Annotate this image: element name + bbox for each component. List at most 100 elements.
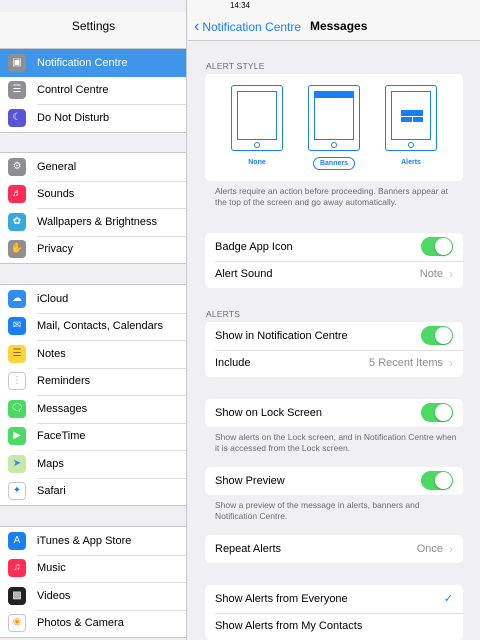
settings-group-1: ▣ Notification Centre ☰ Control Centre ☾… bbox=[0, 48, 186, 133]
row-label: Show in Notification Centre bbox=[215, 329, 348, 342]
detail-nav-bar: ‹ Notification Centre Messages bbox=[188, 12, 480, 41]
preview-note: Show a preview of the message in alerts,… bbox=[215, 500, 420, 521]
reminders-icon: ⋮ bbox=[8, 372, 26, 391]
alert-style-banners[interactable]: Banners bbox=[308, 85, 360, 170]
flower-icon: ✿ bbox=[8, 212, 26, 231]
show-preview-switch[interactable] bbox=[421, 471, 453, 491]
badge-app-icon-row: Badge App Icon bbox=[205, 233, 463, 261]
home-button-icon bbox=[254, 142, 260, 148]
sidebar-item-sounds[interactable]: ♬ Sounds bbox=[0, 180, 186, 209]
music-icon: ♫ bbox=[8, 559, 26, 578]
sidebar-item-safari[interactable]: ✦ Safari bbox=[0, 477, 186, 506]
sidebar-item-label: Notes bbox=[37, 347, 66, 360]
sidebar-item-reminders[interactable]: ⋮ Reminders bbox=[0, 367, 186, 396]
sidebar-item-do-not-disturb[interactable]: ☾ Do Not Disturb bbox=[0, 104, 186, 132]
sidebar-item-label: General bbox=[37, 160, 77, 173]
row-label: Badge App Icon bbox=[215, 240, 293, 253]
repeat-alerts-row[interactable]: Repeat Alerts Once › bbox=[205, 535, 463, 563]
sidebar-item-wallpapers[interactable]: ✿ Wallpapers & Brightness bbox=[0, 208, 186, 236]
sidebar-item-itunes-app-store[interactable]: A iTunes & App Store bbox=[0, 527, 186, 555]
alert-sound-row[interactable]: Alert Sound Note › bbox=[205, 260, 463, 289]
show-preview-row: Show Preview bbox=[205, 467, 463, 495]
include-value: 5 Recent Items › bbox=[369, 356, 453, 370]
row-label: Include bbox=[215, 357, 251, 370]
repeat-alerts-card: Repeat Alerts Once › bbox=[205, 535, 463, 563]
home-button-icon bbox=[408, 142, 414, 148]
sidebar-item-label: Control Centre bbox=[37, 84, 109, 97]
cloud-icon: ☁ bbox=[8, 289, 26, 308]
alert-style-alerts[interactable]: Alerts bbox=[385, 85, 437, 169]
ipad-banner-icon bbox=[308, 85, 360, 151]
sidebar-item-label: Notification Centre bbox=[37, 56, 128, 69]
sidebar-item-label: Music bbox=[37, 562, 66, 575]
sidebar-item-messages[interactable]: 🗨 Messages bbox=[0, 395, 186, 423]
sidebar-item-mail[interactable]: ✉ Mail, Contacts, Calendars bbox=[0, 312, 186, 341]
chevron-right-icon: › bbox=[449, 541, 453, 556]
chevron-right-icon: › bbox=[449, 267, 453, 282]
alert-style-alerts-label: Alerts bbox=[401, 159, 421, 166]
row-label: Repeat Alerts bbox=[215, 542, 282, 555]
sidebar-item-photos-camera[interactable]: ❀ Photos & Camera bbox=[0, 609, 186, 638]
include-value-text: 5 Recent Items bbox=[369, 357, 443, 370]
back-button-label: Notification Centre bbox=[202, 19, 302, 34]
settings-title: Settings bbox=[71, 19, 116, 33]
alert-style-none-label: None bbox=[248, 159, 266, 166]
speaker-icon: ♬ bbox=[8, 185, 26, 204]
row-label: Alert Sound bbox=[215, 268, 273, 281]
sidebar-item-label: Privacy bbox=[37, 243, 74, 256]
sidebar-item-facetime[interactable]: ▶ FaceTime bbox=[0, 422, 186, 451]
alerts-card: Show in Notification Centre Include 5 Re… bbox=[205, 322, 463, 377]
sidebar-item-icloud[interactable]: ☁ iCloud bbox=[0, 285, 186, 313]
lock-screen-switch[interactable] bbox=[421, 403, 453, 423]
alert-box bbox=[401, 110, 423, 122]
messages-icon: 🗨 bbox=[8, 399, 26, 418]
maps-icon: ➤ bbox=[8, 454, 26, 473]
sidebar-item-label: iTunes & App Store bbox=[37, 534, 132, 547]
moon-icon: ☾ bbox=[8, 108, 26, 127]
sidebar-item-videos[interactable]: ▩ Videos bbox=[0, 582, 186, 610]
gear-icon: ⚙ bbox=[8, 157, 26, 176]
sidebar-item-music[interactable]: ♫ Music bbox=[0, 554, 186, 583]
control-centre-icon: ☰ bbox=[8, 81, 26, 100]
page-title: Messages bbox=[310, 19, 368, 33]
chevron-right-icon: › bbox=[449, 356, 453, 371]
ipad-screen bbox=[237, 91, 277, 140]
sidebar-item-privacy[interactable]: ✋ Privacy bbox=[0, 235, 186, 264]
row-label: Show on Lock Screen bbox=[215, 406, 323, 419]
include-row[interactable]: Include 5 Recent Items › bbox=[205, 349, 463, 378]
settings-group-2: ⚙ General ♬ Sounds ✿ Wallpapers & Bright… bbox=[0, 152, 186, 264]
ipad-alert-icon bbox=[385, 85, 437, 151]
badge-app-icon-switch[interactable] bbox=[421, 237, 453, 257]
alert-style-banners-label: Banners bbox=[312, 157, 355, 170]
sidebar-item-control-centre[interactable]: ☰ Control Centre bbox=[0, 77, 186, 105]
sidebar-item-label: Safari bbox=[37, 485, 66, 498]
sidebar-item-label: Videos bbox=[37, 589, 71, 602]
lock-screen-card: Show on Lock Screen bbox=[205, 399, 463, 427]
alert-sound-value: Note › bbox=[420, 267, 453, 281]
row-label: Show Preview bbox=[215, 474, 285, 487]
show-in-nc-switch[interactable] bbox=[421, 326, 453, 346]
lock-screen-row: Show on Lock Screen bbox=[205, 399, 463, 427]
sidebar-item-label: Photos & Camera bbox=[37, 617, 124, 630]
settings-group-4: A iTunes & App Store ♫ Music ▩ Videos ❀ … bbox=[0, 526, 186, 638]
alerts-from-everyone-row[interactable]: Show Alerts from Everyone ✓ bbox=[205, 585, 463, 613]
alert-style-card: None Banners Alerts bbox=[205, 74, 463, 181]
alerts-from-card: Show Alerts from Everyone ✓ Show Alerts … bbox=[205, 585, 463, 640]
sidebar-item-label: Messages bbox=[37, 402, 88, 415]
sidebar-item-general[interactable]: ⚙ General bbox=[0, 153, 186, 181]
alert-style-none[interactable]: None bbox=[231, 85, 283, 169]
sidebar-item-label: Do Not Disturb bbox=[37, 111, 110, 124]
sidebar-item-maps[interactable]: ➤ Maps bbox=[0, 450, 186, 478]
alert-style-header: ALERT STYLE bbox=[206, 61, 265, 71]
alert-sound-value-text: Note bbox=[419, 268, 443, 281]
sidebar-item-notification-centre[interactable]: ▣ Notification Centre bbox=[0, 49, 186, 77]
sidebar-item-notes[interactable]: ☰ Notes bbox=[0, 340, 186, 368]
lock-screen-note: Show alerts on the Lock screen, and in N… bbox=[215, 432, 457, 453]
repeat-alerts-value: Once › bbox=[417, 542, 453, 556]
mail-icon: ✉ bbox=[8, 317, 26, 336]
sidebar-item-label: Sounds bbox=[37, 188, 75, 201]
alerts-from-contacts-row[interactable]: Show Alerts from My Contacts bbox=[205, 612, 463, 640]
back-button[interactable]: ‹ Notification Centre bbox=[194, 12, 301, 41]
sidebar-item-label: FaceTime bbox=[37, 430, 86, 443]
checkmark-icon: ✓ bbox=[443, 593, 453, 606]
